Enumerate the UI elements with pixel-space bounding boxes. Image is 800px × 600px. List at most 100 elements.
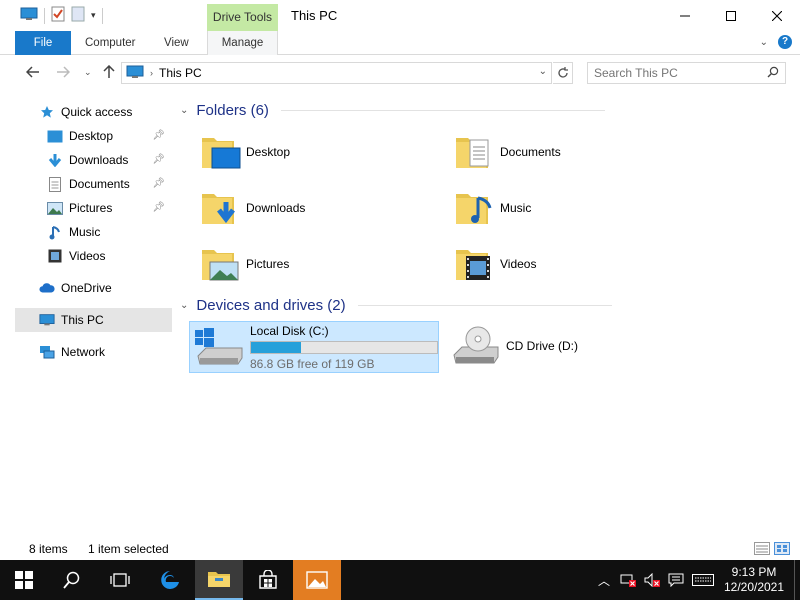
- task-view-button[interactable]: [96, 560, 144, 600]
- music-note-icon: [47, 224, 63, 240]
- sidebar-item-this-pc[interactable]: This PC: [15, 308, 172, 332]
- sidebar-item-label: Quick access: [61, 105, 133, 119]
- drives-group-header[interactable]: ⌄ Devices and drives (2): [180, 297, 612, 314]
- refresh-button[interactable]: [553, 62, 573, 84]
- back-arrow-icon[interactable]: [25, 65, 40, 81]
- chevron-down-icon[interactable]: ⌄: [180, 300, 188, 311]
- show-desktop-button[interactable]: [794, 560, 800, 600]
- details-view-icon[interactable]: [754, 542, 770, 558]
- expand-ribbon-icon[interactable]: ⌄: [760, 37, 768, 48]
- drive-local-disk-c[interactable]: Local Disk (C:) 86.8 GB free of 119 GB: [189, 321, 439, 373]
- system-tray: ︿ 9:13 PM 12/20/2021: [592, 560, 800, 600]
- sidebar-item-label: Downloads: [69, 153, 129, 167]
- file-explorer-taskbar-button[interactable]: [195, 560, 243, 600]
- network-disconnected-icon[interactable]: [616, 560, 640, 600]
- search-icon[interactable]: [767, 66, 779, 81]
- cloud-icon: [39, 280, 55, 296]
- search-box: [587, 62, 786, 84]
- music-folder-icon: [454, 186, 498, 230]
- address-bar[interactable]: › This PC ⌄: [121, 62, 552, 84]
- chevron-up-icon[interactable]: ︿: [592, 560, 616, 600]
- star-icon: [39, 104, 55, 120]
- document-icon: [47, 176, 63, 192]
- tab-computer[interactable]: Computer: [71, 31, 150, 55]
- computer-icon: [126, 65, 144, 82]
- up-arrow-icon[interactable]: [103, 64, 115, 82]
- sidebar-item-label: Network: [61, 345, 106, 359]
- store-button[interactable]: [244, 560, 292, 600]
- windows-logo-icon: [15, 571, 33, 589]
- customize-toolbar-icon[interactable]: ▾: [91, 10, 96, 21]
- folder-label: Desktop: [246, 145, 291, 159]
- close-button[interactable]: [754, 0, 800, 31]
- new-folder-icon[interactable]: [71, 6, 85, 25]
- network-icon: [39, 344, 55, 360]
- cd-drive-icon: [450, 323, 500, 371]
- pin-icon[interactable]: 📌︎: [152, 202, 165, 213]
- navigation-bar: ⌄ › This PC ⌄: [0, 55, 800, 91]
- sidebar-item-documents[interactable]: Documents 📌︎: [47, 172, 171, 196]
- recent-locations-icon[interactable]: ⌄: [84, 67, 92, 78]
- breadcrumb[interactable]: This PC: [159, 66, 202, 80]
- store-bag-icon: [259, 570, 277, 589]
- sidebar-item-pictures[interactable]: Pictures 📌︎: [47, 196, 171, 220]
- sidebar-item-label: Desktop: [69, 129, 114, 143]
- windows-drive-icon: [194, 324, 244, 372]
- pin-icon[interactable]: 📌︎: [152, 130, 165, 141]
- folder-desktop[interactable]: Desktop: [200, 128, 440, 176]
- sidebar-item-label: This PC: [61, 313, 104, 327]
- photos-app-button[interactable]: [293, 560, 341, 600]
- sidebar-item-onedrive[interactable]: OneDrive: [39, 276, 171, 300]
- title-bar[interactable]: ▾ Drive Tools This PC: [0, 0, 800, 31]
- sidebar-item-videos[interactable]: Videos: [47, 244, 171, 268]
- pin-icon[interactable]: 📌︎: [152, 178, 165, 189]
- start-button[interactable]: [0, 560, 48, 600]
- search-button[interactable]: [48, 560, 96, 600]
- clock-time: 9:13 PM: [731, 565, 777, 579]
- minimize-button[interactable]: [662, 0, 708, 31]
- chevron-right-icon[interactable]: ›: [150, 68, 153, 78]
- edge-browser-button[interactable]: [146, 560, 194, 600]
- group-header-label: Devices and drives (2): [196, 297, 346, 314]
- folder-music[interactable]: Music: [454, 184, 694, 232]
- action-center-icon[interactable]: [664, 560, 688, 600]
- chevron-down-icon[interactable]: ⌄: [539, 66, 547, 77]
- drive-cd-d[interactable]: CD Drive (D:): [446, 321, 646, 373]
- sidebar-item-desktop[interactable]: Desktop 📌︎: [47, 124, 171, 148]
- drive-info: CD Drive (D:): [506, 339, 578, 353]
- sidebar-item-quick-access[interactable]: Quick access: [39, 100, 171, 124]
- selection-count: 1 item selected: [88, 542, 169, 556]
- desktop-icon: [47, 128, 63, 144]
- tab-view[interactable]: View: [150, 31, 203, 55]
- forward-arrow-icon[interactable]: [56, 65, 71, 81]
- edge-icon: [161, 571, 179, 589]
- computer-icon[interactable]: [20, 7, 38, 24]
- drive-name: Local Disk (C:): [250, 324, 329, 338]
- maximize-button[interactable]: [708, 0, 754, 31]
- item-count: 8 items: [29, 542, 68, 556]
- folder-pictures[interactable]: Pictures: [200, 240, 440, 288]
- clock-date: 12/20/2021: [723, 580, 785, 594]
- folder-label: Music: [500, 201, 532, 215]
- volume-muted-icon[interactable]: [640, 560, 664, 600]
- tab-file[interactable]: File: [15, 31, 71, 55]
- keyboard-icon[interactable]: [688, 560, 718, 600]
- folder-videos[interactable]: Videos: [454, 240, 694, 288]
- sidebar-item-network[interactable]: Network: [39, 340, 171, 364]
- download-arrow-icon: [47, 152, 63, 168]
- sidebar-item-downloads[interactable]: Downloads 📌︎: [47, 148, 171, 172]
- search-input[interactable]: [588, 63, 758, 83]
- taskbar-clock[interactable]: 9:13 PM 12/20/2021: [718, 565, 790, 595]
- pin-icon[interactable]: 📌︎: [152, 154, 165, 165]
- large-icons-view-icon[interactable]: [774, 542, 790, 558]
- sidebar-item-music[interactable]: Music: [47, 220, 171, 244]
- folder-documents[interactable]: Documents: [454, 128, 694, 176]
- videos-folder-icon: [454, 242, 498, 286]
- chevron-down-icon[interactable]: ⌄: [180, 105, 188, 116]
- tab-manage[interactable]: Manage: [207, 31, 278, 55]
- help-icon[interactable]: ?: [778, 35, 792, 49]
- folder-downloads[interactable]: Downloads: [200, 184, 440, 232]
- properties-icon[interactable]: [51, 6, 65, 25]
- ribbon-tabs: File Computer View Manage ⌄ ?: [0, 31, 800, 55]
- folders-group-header[interactable]: ⌄ Folders (6): [180, 102, 605, 119]
